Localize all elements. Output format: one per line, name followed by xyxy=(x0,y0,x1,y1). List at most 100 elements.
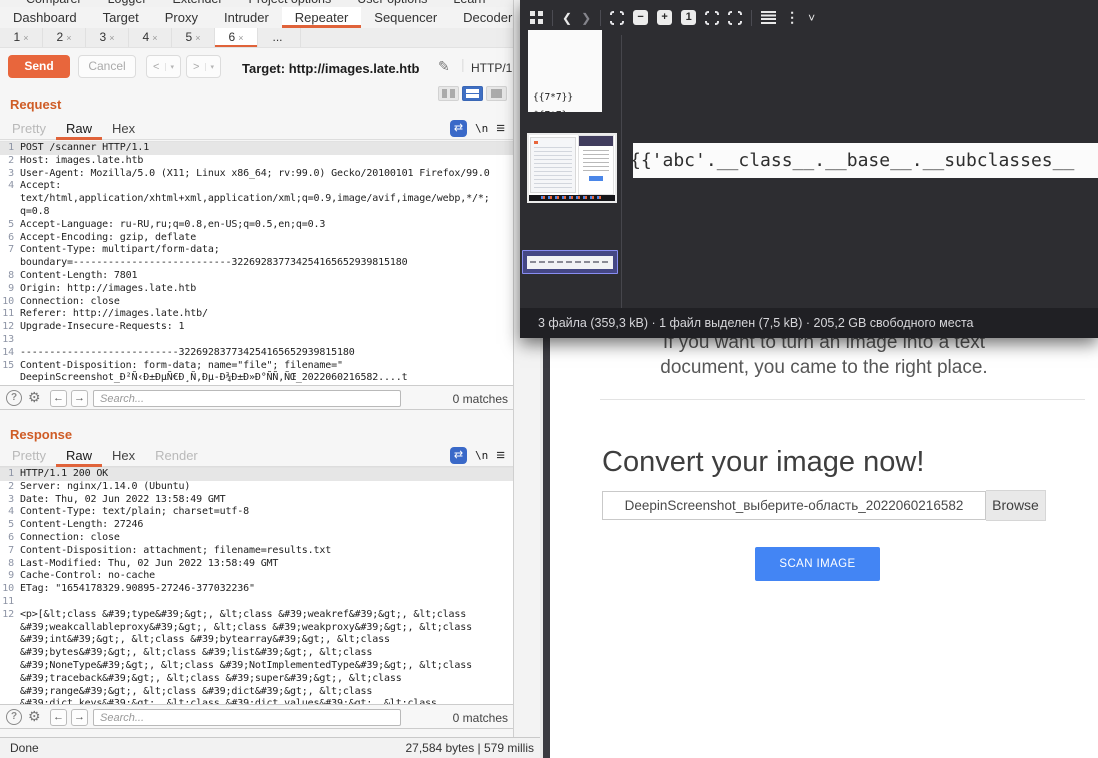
editor-menu-icon[interactable]: ≡ xyxy=(496,120,505,137)
editor-line: 7Content-Disposition: attachment; filena… xyxy=(0,545,513,558)
close-tab-icon[interactable]: × xyxy=(109,33,114,43)
response-search-input[interactable] xyxy=(93,709,401,726)
editor-line: 10ETag: "1654178329.90895-27246-37703223… xyxy=(0,583,513,596)
editor-line: 1HTTP/1.1 200 OK xyxy=(0,468,513,481)
response-tab-pretty[interactable]: Pretty xyxy=(2,445,56,467)
edit-target-pencil-icon[interactable]: ✎ xyxy=(438,58,450,75)
request-editor[interactable]: 1POST /scanner HTTP/1.12Host: images.lat… xyxy=(0,141,513,385)
status-bytes-label: 27,584 bytes | 579 millis xyxy=(405,738,534,758)
layout-columns-icon[interactable] xyxy=(438,86,459,101)
repeater-tab-2[interactable]: 2× xyxy=(43,28,86,48)
tagline-line2: document, you came to the right place. xyxy=(550,357,1098,379)
layout-rows-icon[interactable] xyxy=(462,86,483,101)
repeater-tab-4[interactable]: 4× xyxy=(129,28,172,48)
gear-icon[interactable]: ⚙ xyxy=(28,708,41,725)
convert-heading: Convert your image now! xyxy=(602,446,924,479)
help-icon[interactable]: ? xyxy=(6,390,22,406)
caret-down-icon[interactable]: ▾ xyxy=(205,63,214,71)
toolbar-separator: | xyxy=(461,56,465,72)
help-icon[interactable]: ? xyxy=(6,709,22,725)
actual-size-icon[interactable]: 1 xyxy=(681,10,696,25)
response-tab-render[interactable]: Render xyxy=(145,445,208,467)
editor-line: &#39;int&#39;&gt;, &lt;class &#39;bytear… xyxy=(0,634,513,647)
toolbar-separator[interactable] xyxy=(600,10,601,26)
search-prev-icon[interactable]: ← xyxy=(50,390,67,407)
editor-line: 2Host: images.late.htb xyxy=(0,155,513,168)
search-prev-icon[interactable]: ← xyxy=(50,709,67,726)
cancel-button[interactable]: Cancel xyxy=(78,55,136,78)
history-forward-button[interactable]: >▾ xyxy=(186,55,221,78)
response-tab-raw[interactable]: Raw xyxy=(56,445,102,467)
dropdown-chevron-icon[interactable]: ˅ xyxy=(808,11,815,25)
thumbnail-desktop-screenshot[interactable] xyxy=(527,133,617,203)
close-tab-icon[interactable]: × xyxy=(238,33,243,43)
scan-image-button[interactable]: SCAN IMAGE xyxy=(755,547,880,581)
previous-image-icon[interactable]: ❮ xyxy=(562,11,572,25)
response-tab-hex[interactable]: Hex xyxy=(102,445,145,467)
toolbar-separator[interactable] xyxy=(751,10,752,26)
zoom-in-icon[interactable]: + xyxy=(657,10,672,25)
menu-item[interactable]: User options xyxy=(357,0,427,6)
repeater-tab-5[interactable]: 5× xyxy=(172,28,215,48)
payload-image-text: {{'abc'.__class__.__base__.__subclasses_… xyxy=(633,143,1098,178)
next-image-icon[interactable]: ❯ xyxy=(581,11,591,25)
menu-item[interactable]: Logger xyxy=(108,0,147,6)
gear-icon[interactable]: ⚙ xyxy=(28,389,41,406)
tab-dashboard[interactable]: Dashboard xyxy=(0,7,90,28)
main-image-payload[interactable]: {{'abc'.__class__.__base__.__subclasses_… xyxy=(633,143,1098,178)
newline-toggle-icon[interactable]: \n xyxy=(475,122,488,135)
repeater-tab-1[interactable]: 1× xyxy=(0,28,43,48)
request-tab-raw[interactable]: Raw xyxy=(56,118,102,140)
newline-toggle-icon[interactable]: \n xyxy=(475,449,488,462)
editor-menu-icon[interactable]: ≡ xyxy=(496,447,505,464)
preview-card-payloads[interactable]: {{7*7}}${7*7}<%= 7*7 %>${{7*7}} xyxy=(528,30,602,112)
file-upload-control[interactable]: DeepinScreenshot_выберите-область_202206… xyxy=(602,490,1046,521)
payload-line: {{7*7}} xyxy=(533,89,597,107)
layout-single-icon[interactable] xyxy=(486,86,507,101)
repeater-tab-more[interactable]: ... xyxy=(258,28,301,48)
browse-button[interactable]: Browse xyxy=(986,490,1046,521)
history-back-button[interactable]: <▾ xyxy=(146,55,181,78)
tab-repeater[interactable]: Repeater xyxy=(282,7,361,28)
fullscreen-icon[interactable] xyxy=(705,11,719,25)
http-version-label[interactable]: HTTP/1 xyxy=(471,61,512,75)
tab-intruder[interactable]: Intruder xyxy=(211,7,282,28)
zoom-out-icon[interactable]: − xyxy=(633,10,648,25)
close-tab-icon[interactable]: × xyxy=(66,33,71,43)
file-input[interactable]: DeepinScreenshot_выберите-область_202206… xyxy=(602,491,986,520)
editor-line: 11 xyxy=(0,596,513,609)
fit-to-window-icon[interactable] xyxy=(610,11,624,25)
adjustments-icon[interactable] xyxy=(761,11,776,24)
close-tab-icon[interactable]: × xyxy=(195,33,200,43)
editor-line: boundary=---------------------------3226… xyxy=(0,257,513,270)
close-tab-icon[interactable]: × xyxy=(23,33,28,43)
send-button[interactable]: Send xyxy=(8,55,70,78)
thumbnails-grid-icon[interactable] xyxy=(530,11,543,24)
prettify-icon[interactable]: ⇄ xyxy=(450,447,467,464)
menu-item[interactable]: Comparer xyxy=(26,0,82,6)
prettify-icon[interactable]: ⇄ xyxy=(450,120,467,137)
request-tab-hex[interactable]: Hex xyxy=(102,118,145,140)
tab-proxy[interactable]: Proxy xyxy=(152,7,211,28)
more-options-icon[interactable]: ⋮ xyxy=(785,9,799,26)
caret-down-icon[interactable]: ▾ xyxy=(165,63,174,71)
close-tab-icon[interactable]: × xyxy=(152,33,157,43)
tab-decoder[interactable]: Decoder xyxy=(450,7,513,28)
editor-line: 9Origin: http://images.late.htb xyxy=(0,283,513,296)
menu-item[interactable]: Project options xyxy=(249,0,332,6)
repeater-tab-6[interactable]: 6× xyxy=(215,28,258,48)
request-search-input[interactable] xyxy=(93,390,401,407)
repeater-tab-3[interactable]: 3× xyxy=(86,28,129,48)
frameless-view-icon[interactable] xyxy=(728,11,742,25)
toolbar-separator[interactable] xyxy=(552,10,553,26)
request-tab-pretty[interactable]: Pretty xyxy=(2,118,56,140)
menu-item[interactable]: Extender xyxy=(173,0,223,6)
editor-line: 10Connection: close xyxy=(0,296,513,309)
tab-target[interactable]: Target xyxy=(90,7,152,28)
search-next-icon[interactable]: → xyxy=(71,709,88,726)
response-editor[interactable]: 1HTTP/1.1 200 OK2Server: nginx/1.14.0 (U… xyxy=(0,467,513,704)
menu-item[interactable]: Learn xyxy=(453,0,485,6)
search-next-icon[interactable]: → xyxy=(71,390,88,407)
tab-sequencer[interactable]: Sequencer xyxy=(361,7,450,28)
thumbnail-selected-payload[interactable] xyxy=(522,250,618,274)
